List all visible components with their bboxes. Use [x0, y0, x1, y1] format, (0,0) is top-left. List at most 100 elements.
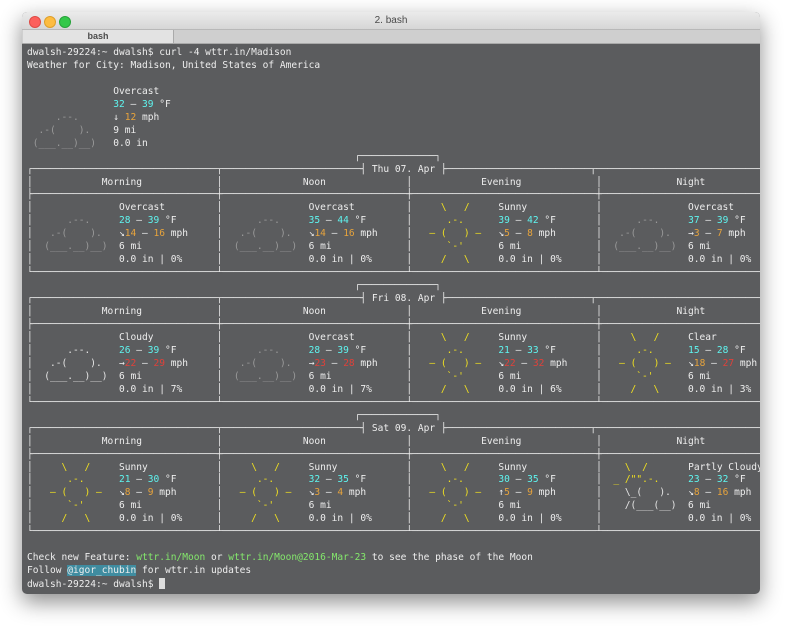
- temp-high: 28: [716, 344, 729, 356]
- terminal-text: │: [521, 306, 602, 318]
- terminal-text: │: [711, 241, 760, 252]
- moon-date-link[interactable]: wttr.in/Moon@2016-Mar-23: [228, 552, 366, 563]
- terminal-text: ├─────────────────────────┬─────────────…: [435, 163, 760, 175]
- terminal-text: │: [176, 487, 223, 499]
- terminal-text: │: [371, 383, 413, 395]
- terminal-text: –: [130, 487, 148, 499]
- terminal-text: │: [521, 370, 602, 382]
- period-condition: Overcast: [308, 331, 355, 343]
- overcast-icon: (___.__)__): [601, 241, 683, 253]
- precipitation: 0.0 in | 0%: [688, 513, 752, 525]
- footer-text: for wttr.in updates: [136, 565, 252, 577]
- period-header-morning: Morning: [101, 435, 142, 447]
- forecast-date: Thu 07. Apr: [371, 163, 436, 175]
- terminal-text: –: [515, 357, 533, 369]
- terminal-text: │: [521, 435, 602, 447]
- terminal-text: –: [136, 357, 154, 369]
- sunny-icon: ― ( ) ―: [32, 487, 114, 499]
- wind-low: 22: [124, 357, 137, 369]
- moon-link[interactable]: wttr.in/Moon: [136, 552, 205, 563]
- visibility: 6 mi: [688, 500, 712, 512]
- wind-low: 22: [504, 357, 516, 369]
- temp-low: 32: [308, 474, 321, 486]
- forecast-date: Fri 08. Apr: [371, 293, 436, 305]
- terminal-text: └────────────────────────────────┴──────…: [27, 396, 760, 408]
- current-temp-low: 32: [113, 98, 125, 110]
- temp-low: 26: [118, 344, 131, 356]
- terminal-window: 2. bash bash dwalsh-29224:~ dwalsh$ curl…: [22, 12, 760, 594]
- wind-high: 32: [532, 357, 545, 369]
- terminal-text: │: [164, 202, 223, 214]
- tab-bash[interactable]: bash: [23, 30, 174, 43]
- terminal-text: │: [521, 176, 602, 188]
- terminal-text: –: [130, 344, 148, 356]
- terminal-text: │: [751, 513, 760, 524]
- terminal-text: │: [325, 435, 413, 447]
- clear-icon: / \: [601, 383, 683, 395]
- terminal-text: ┌─────────────┐: [27, 150, 441, 162]
- terminal-text: │: [331, 500, 413, 512]
- temp-high: 39: [147, 344, 160, 356]
- twitter-handle-link[interactable]: @igor_chubin: [67, 565, 137, 577]
- cloud-icon: (___.__)__): [27, 137, 114, 149]
- terminal-text: │: [182, 254, 223, 266]
- terminal-output[interactable]: dwalsh-29224:~ dwalsh$ curl -4 wttr.in/M…: [27, 47, 760, 592]
- terminal-text: ├────────────────────────────────┼──────…: [27, 189, 760, 201]
- temp-unit: °F: [159, 98, 171, 110]
- overcast-icon: .--.: [32, 215, 114, 227]
- sunny-icon: `-': [412, 241, 493, 253]
- terminal-text: °F: [728, 344, 746, 356]
- sunny-icon: .-.: [412, 344, 493, 356]
- terminal-text: │: [141, 176, 223, 188]
- terminal-text: │: [746, 215, 760, 226]
- sunny-icon: / \: [412, 254, 493, 266]
- terminal-text: –: [325, 228, 344, 240]
- temp-high: 32: [716, 474, 729, 486]
- terminal-text: mph: [734, 357, 758, 369]
- footer-text: to see the phase of the Moon: [366, 552, 533, 564]
- sunny-icon: .-.: [222, 474, 303, 486]
- terminal-text: │: [751, 254, 760, 265]
- cloud-icon: .-( ).: [27, 124, 114, 136]
- terminal-text: │: [555, 474, 602, 486]
- terminal-text: ┌────────────────────────────────┬──────…: [27, 422, 372, 434]
- period-condition: Sunny: [308, 461, 338, 473]
- terminal-text: °F: [538, 215, 556, 227]
- overcast-icon: (___.__)__): [222, 370, 303, 382]
- cloudy-icon: .--.: [32, 344, 114, 356]
- terminal-cursor: [159, 578, 166, 590]
- partly-cloudy-icon: /(___(__): [601, 500, 683, 512]
- shell-command: curl -4 wttr.in/Madison: [159, 47, 292, 58]
- terminal-text: │: [567, 357, 602, 369]
- terminal-text: ┌────────────────────────────────┬──────…: [27, 163, 372, 175]
- terminal-text: │: [187, 357, 223, 369]
- sunny-icon: ― ( ) ―: [412, 357, 493, 369]
- precipitation: 0.0 in | 0%: [118, 513, 183, 525]
- overcast-icon: .--.: [222, 344, 303, 356]
- terminal-text: –: [320, 215, 338, 227]
- precipitation: 0.0 in | 0%: [688, 254, 752, 266]
- temp-low: 21: [118, 474, 131, 486]
- period-condition: Clear: [688, 331, 717, 343]
- clear-icon: \ /: [601, 331, 683, 343]
- terminal-text: │: [366, 344, 413, 356]
- wind-high: 27: [722, 357, 735, 369]
- partly-cloudy-icon: \_( ).: [601, 487, 683, 499]
- terminal-text: °F: [348, 344, 367, 356]
- sunny-icon: / \: [32, 513, 114, 525]
- terminal-text: │: [521, 500, 602, 512]
- terminal-text: °F: [728, 215, 746, 227]
- sunny-icon: ― ( ) ―: [222, 487, 303, 499]
- precipitation: 0.0 in | 0%: [498, 254, 562, 266]
- precipitation: 0.0 in | 6%: [498, 383, 562, 395]
- overcast-icon: .--.: [222, 215, 303, 227]
- terminal-text: │: [354, 202, 413, 214]
- period-header-evening: Evening: [481, 435, 522, 447]
- terminal-text: –: [699, 487, 717, 499]
